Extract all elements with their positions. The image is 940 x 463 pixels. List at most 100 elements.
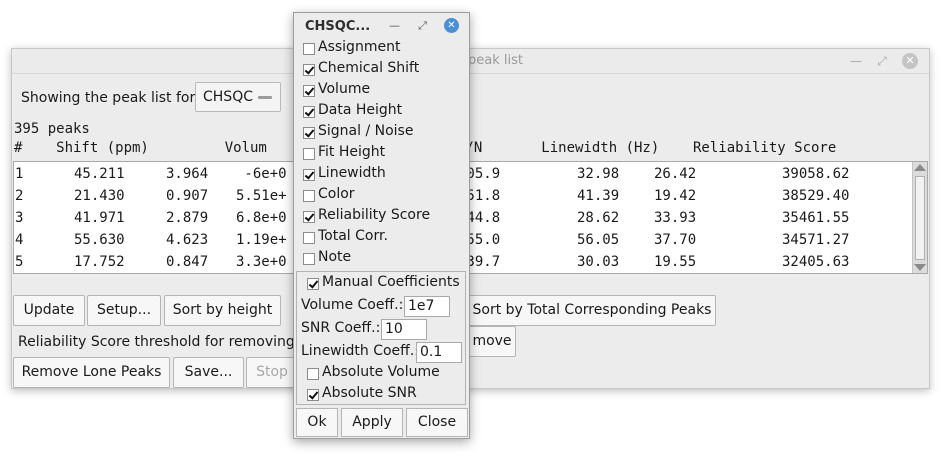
scroll-down-arrow-icon[interactable] (914, 264, 926, 271)
remove-lone-peaks-button[interactable]: Remove Lone Peaks (13, 357, 170, 388)
volume-coeff-field[interactable]: 1e7 (404, 296, 450, 317)
peak-count: 395 peaks (14, 121, 90, 137)
spectrum-select[interactable]: CHSQC (195, 82, 281, 112)
dialog-title: CHSQC... (305, 19, 371, 34)
checkbox-box[interactable] (303, 148, 315, 160)
minimize-icon[interactable]: — (387, 18, 402, 33)
checkbox-label: Total Corr. (318, 228, 388, 244)
checkbox-label: Signal / Noise (318, 123, 414, 139)
checkbox-label: Chemical Shift (318, 60, 420, 76)
cell-volume: 5.51e+ (236, 188, 287, 204)
volume-coeff-label: Volume Coeff.: (301, 297, 404, 313)
chsqc-columns-dialog: CHSQC... — ⤢ ✕ Assignment Chemical Shift… (293, 12, 470, 439)
cell-linewidth2: 26.42 (654, 166, 697, 182)
cell-linewidth2: 19.42 (654, 188, 697, 204)
linewidth-coeff-field[interactable]: 0.1 (416, 342, 462, 363)
snr-coeff-field[interactable]: 10 (381, 319, 427, 340)
remove-button[interactable]: move (468, 326, 516, 357)
apply-button[interactable]: Apply (341, 408, 403, 437)
save-button[interactable]: Save... (173, 357, 244, 388)
cell-reliability: 35461.55 (782, 210, 850, 226)
cell-shift2: 0.907 (166, 188, 209, 204)
checkbox-label: Color (318, 186, 355, 202)
cell-volume: -6e+0 (236, 166, 287, 182)
cell-reliability: 38529.40 (782, 188, 850, 204)
checkbox-label: Absolute Volume (322, 364, 440, 380)
checkbox-label: Volume (318, 81, 371, 97)
cell-shift1: 21.430 (74, 188, 125, 204)
sort-by-total-peaks-button[interactable]: Sort by Total Corresponding Peaks (468, 295, 716, 326)
peak-list-window: peak list — ⤢ ✕ Showing the peak list fo… (11, 48, 930, 389)
checkbox-box[interactable] (303, 127, 315, 139)
checkbox-box[interactable] (303, 253, 315, 265)
window-titlebar[interactable]: peak list — ⤢ ✕ (12, 49, 929, 74)
cell-linewidth2: 37.70 (654, 232, 697, 248)
checkbox-box[interactable] (303, 169, 315, 181)
checkbox-label: Data Height (318, 102, 403, 118)
cell-num: 2 (15, 188, 24, 204)
linewidth-coeff-label: Linewidth Coeff.: (301, 343, 419, 359)
setup-button[interactable]: Setup... (87, 295, 161, 326)
cell-linewidth1: 41.39 (577, 188, 620, 204)
close-icon[interactable]: ✕ (902, 53, 918, 69)
table-scrollbar[interactable] (912, 162, 927, 273)
cell-reliability: 39058.62 (782, 166, 850, 182)
cell-linewidth2: 33.93 (654, 210, 697, 226)
close-button[interactable]: Close (406, 408, 468, 437)
scroll-up-arrow-icon[interactable] (914, 164, 926, 171)
cell-num: 4 (15, 232, 24, 248)
cell-num: 5 (15, 254, 24, 270)
sort-by-height-button[interactable]: Sort by height (164, 295, 281, 326)
checkbox-box[interactable] (307, 389, 319, 401)
showing-label: Showing the peak list for: (21, 90, 200, 106)
checkbox-label: Absolute SNR (322, 385, 417, 401)
checkbox-box[interactable] (303, 64, 315, 76)
cell-reliability: 34571.27 (782, 232, 850, 248)
cell-num: 1 (15, 166, 24, 182)
scrollbar-thumb[interactable] (915, 176, 925, 260)
cell-volume: 1.19e+ (236, 232, 287, 248)
column-header-left: # Shift (ppm) Volum (14, 140, 267, 156)
snr-coeff-label: SNR Coeff.: (301, 320, 381, 336)
checkbox-label: Fit Height (318, 144, 386, 160)
stop-button[interactable]: Stop (246, 357, 298, 388)
cell-shift1: 55.630 (74, 232, 125, 248)
checkbox-label: Linewidth (318, 165, 386, 181)
checkbox-box[interactable] (307, 368, 319, 380)
cell-shift1: 17.752 (74, 254, 125, 270)
minimize-icon[interactable]: — (848, 53, 864, 69)
cell-shift1: 45.211 (74, 166, 125, 182)
dropdown-arrow-icon (258, 96, 272, 99)
cell-shift2: 2.879 (166, 210, 209, 226)
spectrum-select-value: CHSQC (203, 89, 253, 105)
peak-table[interactable]: 1 45.211 3.964 -6e+0 905.9 32.98 26.42 3… (13, 161, 928, 274)
cell-volume: 3.3e+0 (236, 254, 287, 270)
checkbox-box[interactable] (303, 211, 315, 223)
dialog-titlebar[interactable]: CHSQC... — ⤢ ✕ (294, 13, 469, 39)
cell-linewidth1: 30.03 (577, 254, 620, 270)
cell-linewidth1: 28.62 (577, 210, 620, 226)
maximize-icon[interactable]: ⤢ (874, 53, 890, 69)
checkbox-box[interactable] (303, 106, 315, 118)
update-button[interactable]: Update (13, 295, 85, 326)
window-title: peak list (468, 53, 523, 68)
coefficients-panel: Manual Coefficients Volume Coeff.: 1e7 S… (296, 271, 466, 405)
cell-reliability: 32405.63 (782, 254, 850, 270)
cell-linewidth2: 19.55 (654, 254, 697, 270)
cell-volume: 6.8e+0 (236, 210, 287, 226)
threshold-label: Reliability Score threshold for removing… (18, 334, 317, 350)
checkbox-label: Reliability Score (318, 207, 431, 223)
cell-num: 3 (15, 210, 24, 226)
cell-shift2: 0.847 (166, 254, 209, 270)
checkbox-box[interactable] (303, 43, 315, 55)
cell-shift1: 41.971 (74, 210, 125, 226)
checkbox-box[interactable] (303, 232, 315, 244)
maximize-icon[interactable]: ⤢ (415, 18, 430, 33)
close-icon[interactable]: ✕ (444, 18, 459, 33)
checkbox-box[interactable] (303, 85, 315, 97)
ok-button[interactable]: Ok (296, 408, 338, 437)
checkbox-box[interactable] (303, 190, 315, 202)
checkbox-label: Manual Coefficients (322, 274, 460, 290)
checkbox-box[interactable] (307, 278, 319, 290)
cell-shift2: 4.623 (166, 232, 209, 248)
